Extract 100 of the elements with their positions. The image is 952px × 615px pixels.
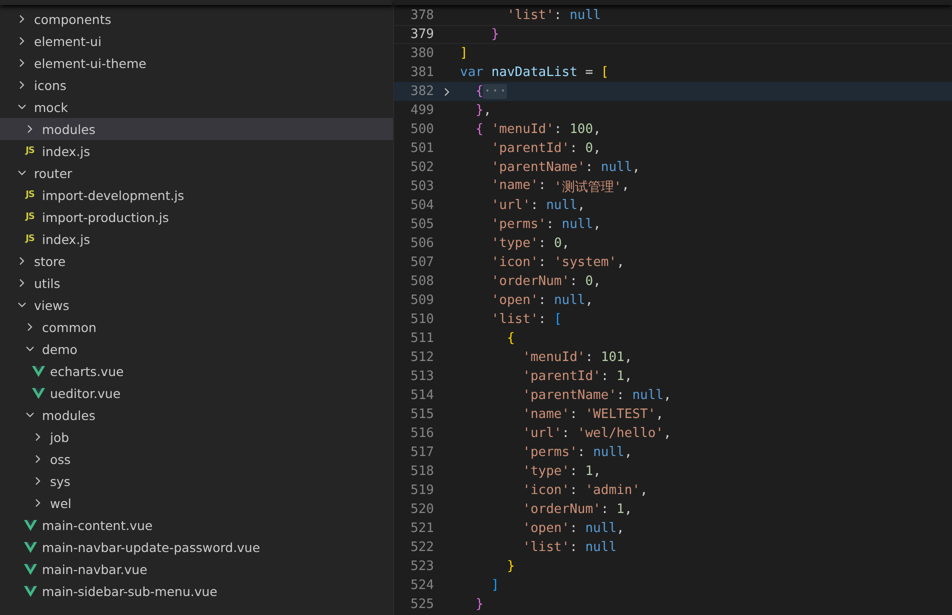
code-line: 'menuId': 101, [522, 350, 632, 365]
folder-item[interactable]: demo [0, 338, 393, 360]
folder-item[interactable]: store [0, 250, 393, 272]
folder-item[interactable]: utils [0, 272, 393, 294]
folder-item[interactable]: components [0, 8, 393, 30]
chevron-down-icon [17, 102, 27, 112]
line-number: 515 [410, 407, 434, 422]
vue-file-icon [24, 542, 36, 552]
folder-item[interactable]: element-ui-theme [0, 52, 393, 74]
code-line: { [506, 331, 515, 346]
code-line: 'icon': 'system', [490, 255, 624, 270]
folder-item[interactable]: mock [0, 96, 393, 118]
file-item[interactable]: echarts.vue [0, 360, 393, 382]
folder-item[interactable]: common [0, 316, 393, 338]
js-file-icon: JS [26, 190, 34, 200]
chevron-down-icon [25, 410, 35, 420]
code-line: 'type': 1, [522, 464, 601, 479]
code-line: 'parentId': 0, [490, 141, 601, 156]
line-number: 519 [410, 483, 434, 498]
chevron-right-icon [17, 256, 27, 266]
line-number: 379 [410, 27, 434, 42]
chevron-right-icon [17, 58, 27, 68]
code-line: ] [490, 578, 500, 593]
folder-item[interactable]: modules [0, 404, 393, 426]
code-line: 'list': null [506, 8, 601, 23]
line-number: 512 [410, 350, 434, 365]
code-line: 'list': null [522, 540, 617, 555]
file-item[interactable]: ueditor.vue [0, 382, 393, 404]
line-number: 525 [410, 597, 434, 612]
code-line: 'parentId': 1, [522, 369, 632, 384]
code-line: {··· [474, 84, 507, 99]
chevron-right-icon [17, 80, 27, 90]
code-line: 'list': [ [490, 312, 562, 327]
chevron-down-icon [17, 300, 27, 310]
line-number: 381 [410, 65, 434, 80]
code-line: 'open': null, [522, 521, 624, 536]
line-number: 511 [410, 331, 434, 346]
code-line: 'perms': null, [490, 217, 601, 232]
file-item[interactable]: JS index.js [0, 228, 393, 250]
line-number: 524 [410, 578, 434, 593]
folder-item[interactable]: element-ui [0, 30, 393, 52]
code-line: } [506, 559, 515, 574]
folder-item[interactable]: wel [0, 492, 393, 514]
code-line: 'parentName': null, [522, 388, 672, 403]
code-line: 'icon': 'admin', [522, 483, 648, 498]
code-line: 'open': null, [490, 293, 594, 308]
folder-item[interactable]: oss [0, 448, 393, 470]
line-number: 520 [410, 502, 434, 517]
code-line: 'name': '测试管理', [490, 178, 630, 196]
vue-file-icon [24, 564, 36, 574]
line-number: 507 [410, 255, 434, 270]
code-line: } [474, 597, 484, 612]
vue-file-icon [24, 586, 36, 596]
line-number: 505 [410, 217, 434, 232]
folder-item[interactable]: icons [0, 74, 393, 96]
chevron-right-icon [33, 432, 43, 442]
chevron-right-icon [17, 278, 27, 288]
line-number: 508 [410, 274, 434, 289]
chevron-right-icon [25, 124, 35, 134]
chevron-right-icon [442, 86, 452, 96]
file-item[interactable]: JS import-production.js [0, 206, 393, 228]
folder-item[interactable]: job [0, 426, 393, 448]
chevron-right-icon [17, 36, 27, 46]
folder-item[interactable]: router [0, 162, 393, 184]
line-number: 382 [410, 84, 434, 99]
folder-item[interactable]: modules [0, 118, 393, 140]
chevron-right-icon [33, 476, 43, 486]
line-number: 502 [410, 160, 434, 175]
line-number: 516 [410, 426, 434, 441]
js-file-icon: JS [26, 212, 34, 222]
file-item[interactable]: main-content.vue [0, 514, 393, 536]
code-line: 'url': 'wel/hello', [522, 426, 672, 441]
chevron-down-icon [25, 344, 35, 354]
file-item[interactable]: main-sidebar-sub-menu.vue [0, 580, 393, 602]
code-line: 'orderNum': 0, [490, 274, 601, 289]
code-line: 'orderNum': 1, [522, 502, 632, 517]
code-line: 'name': 'WELTEST', [522, 407, 664, 422]
folder-item[interactable]: views [0, 294, 393, 316]
line-number: 500 [410, 122, 434, 137]
code-line: var navDataList = [ [460, 65, 609, 80]
file-item[interactable]: JS import-development.js [0, 184, 393, 206]
line-number: 513 [410, 369, 434, 384]
code-line: ] [460, 46, 468, 61]
file-item[interactable]: main-navbar-update-password.vue [0, 536, 393, 558]
code-line: 'parentName': null, [490, 160, 640, 175]
code-line: 'type': 0, [490, 236, 570, 251]
vue-file-icon [24, 520, 36, 530]
vue-file-icon [32, 366, 44, 376]
file-item[interactable]: JS index.js [0, 140, 393, 162]
line-number: 504 [410, 198, 434, 213]
chevron-right-icon [25, 322, 35, 332]
chevron-right-icon [33, 454, 43, 464]
chevron-right-icon [17, 14, 27, 24]
file-item[interactable]: main-navbar.vue [0, 558, 393, 580]
code-line: 'perms': null, [522, 445, 632, 460]
line-number: 503 [410, 179, 434, 194]
line-number: 514 [410, 388, 434, 403]
folder-item[interactable]: sys [0, 470, 393, 492]
line-number: 378 [410, 8, 434, 23]
line-number: 509 [410, 293, 434, 308]
